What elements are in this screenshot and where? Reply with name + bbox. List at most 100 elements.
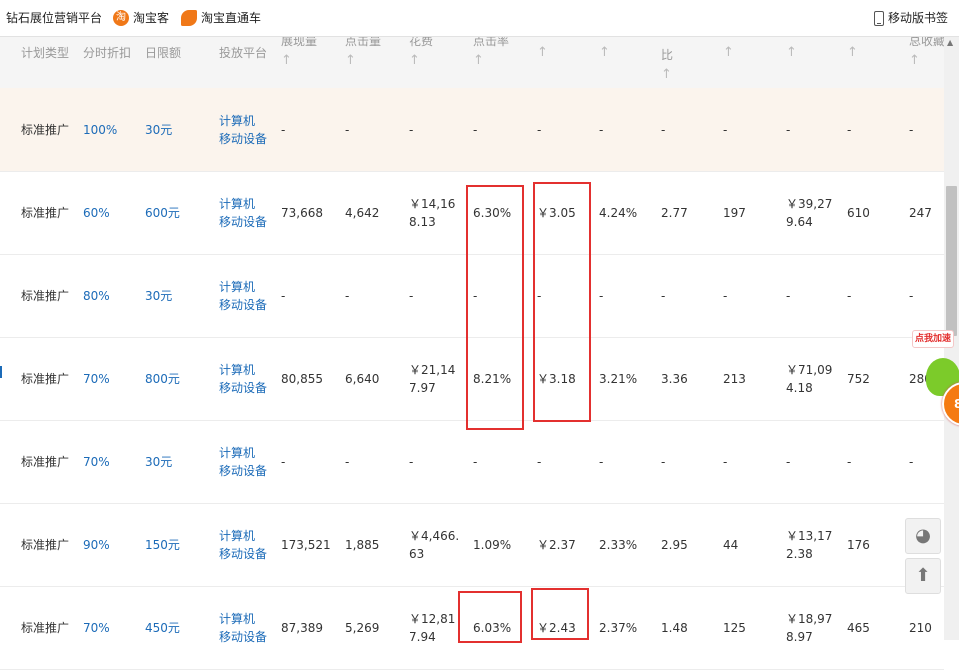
- cell-roi: 2.95: [661, 537, 688, 552]
- sort-arrow-icon[interactable]: ↑: [537, 46, 548, 60]
- column-header-time-discount[interactable]: 分时折扣: [83, 42, 131, 64]
- mobile-phone-icon: [874, 11, 884, 26]
- cell-roi: -: [661, 288, 666, 303]
- feedback-button[interactable]: ◕: [905, 518, 941, 554]
- cell-daily-limit[interactable]: 600元: [145, 204, 180, 222]
- column-header-label: 日限额: [145, 46, 182, 60]
- column-header-label: 投放平台: [219, 46, 268, 60]
- cell-time-discount[interactable]: 80%: [83, 287, 110, 305]
- bookmark-label: 淘宝客: [133, 11, 170, 25]
- sort-arrow-icon[interactable]: ↑: [473, 54, 509, 68]
- sort-arrow-icon[interactable]: ↑: [409, 54, 433, 68]
- cell-time-discount[interactable]: 100%: [83, 121, 117, 139]
- cell-cart: 465: [847, 620, 870, 635]
- cell-cvr: 2.33%: [599, 537, 638, 552]
- bookmark-label: 钻石展位营销平台: [6, 11, 103, 25]
- cell-line: -: [409, 288, 414, 303]
- cell-daily-limit[interactable]: 800元: [145, 370, 180, 388]
- sort-arrow-icon[interactable]: ↑: [599, 46, 610, 60]
- cell-avg-cpc: ￥2.37: [537, 537, 576, 552]
- column-header-plan-type[interactable]: 计划类型: [21, 42, 69, 64]
- cell-impressions: 173,521: [281, 537, 331, 552]
- mobile-bookmarks[interactable]: 移动版书签: [874, 10, 948, 26]
- cell-fav: 247: [909, 205, 932, 220]
- cell-gmv: ￥71,09 4.18: [786, 361, 832, 397]
- column-header-platform[interactable]: 投放平台: [219, 42, 267, 64]
- cell-platform[interactable]: 计算机 移动设备: [219, 444, 267, 480]
- cell-ctr: -: [473, 454, 478, 469]
- mobile-bookmarks-label: 移动版书签: [888, 11, 949, 25]
- sort-arrow-icon[interactable]: ↑: [723, 46, 734, 60]
- cell-line: 7.94: [409, 629, 436, 644]
- cell-daily-limit[interactable]: 150元: [145, 536, 180, 554]
- cell-fav: -: [909, 454, 914, 469]
- cell-plan-type: 标准推广: [21, 620, 70, 635]
- cell-avg-cpc: -: [537, 288, 542, 303]
- column-header-gmv[interactable]: ↑: [786, 44, 797, 60]
- bookmark-ztc[interactable]: 淘宝直通车: [181, 10, 261, 26]
- speedup-widget[interactable]: 点我加速 88: [912, 330, 959, 426]
- column-header-daily-limit[interactable]: 日限额: [145, 42, 181, 64]
- cell-platform[interactable]: 计算机 移动设备: [219, 112, 267, 148]
- cell-roi: -: [661, 454, 666, 469]
- cell-time-discount[interactable]: 70%: [83, 619, 110, 637]
- cell-line: 计算机: [219, 362, 256, 377]
- cell-line: 移动设备: [219, 629, 268, 644]
- cell-line: 移动设备: [219, 131, 268, 146]
- sort-arrow-icon[interactable]: ↑: [786, 46, 797, 60]
- cell-impressions: 87,389: [281, 620, 323, 635]
- cell-platform[interactable]: 计算机 移动设备: [219, 278, 267, 314]
- cell-cost: ￥21,14 7.97: [409, 361, 455, 397]
- back-to-top-button[interactable]: ⬆: [905, 558, 941, 594]
- cell-time-discount[interactable]: 70%: [83, 453, 110, 471]
- column-header-cart[interactable]: ↑: [847, 44, 858, 60]
- cell-gmv: ￥39,27 9.64: [786, 195, 832, 231]
- cell-cost: -: [409, 287, 413, 305]
- bookmark-taobaoke[interactable]: 淘淘宝客: [113, 10, 169, 26]
- cell-line: -: [409, 454, 414, 469]
- bookmarks-bar: 钻石展位营销平台 淘淘宝客 淘宝直通车 移动版书签: [0, 0, 959, 37]
- sort-arrow-icon[interactable]: ↑: [345, 54, 381, 68]
- column-header-label: 计划类型: [21, 46, 70, 60]
- cell-platform[interactable]: 计算机 移动设备: [219, 527, 267, 563]
- sort-arrow-icon[interactable]: ↑: [847, 46, 858, 60]
- cell-orders: -: [723, 122, 728, 137]
- cell-line: 计算机: [219, 279, 256, 294]
- cell-orders: 44: [723, 537, 739, 552]
- cell-platform[interactable]: 计算机 移动设备: [219, 195, 267, 231]
- cell-daily-limit[interactable]: 30元: [145, 453, 172, 471]
- scroll-thumb[interactable]: [946, 186, 957, 336]
- cell-time-discount[interactable]: 60%: [83, 204, 110, 222]
- cell-avg-cpc: -: [537, 122, 542, 137]
- column-header-cvr[interactable]: ↑: [599, 44, 610, 60]
- scroll-up-arrow-icon[interactable]: ▲: [947, 38, 953, 47]
- column-header-roi[interactable]: 比 ↑: [661, 44, 673, 82]
- cell-cost: ￥4,466. 63: [409, 527, 459, 563]
- column-header-avg-cpc[interactable]: ↑: [537, 44, 548, 60]
- cell-daily-limit[interactable]: 30元: [145, 121, 172, 139]
- sort-arrow-icon[interactable]: ↑: [281, 54, 317, 68]
- cell-line: 63: [409, 546, 425, 561]
- column-header-orders[interactable]: ↑: [723, 44, 734, 60]
- cell-platform[interactable]: 计算机 移动设备: [219, 361, 267, 397]
- cell-line: 移动设备: [219, 297, 268, 312]
- cell-roi: 1.48: [661, 620, 688, 635]
- table-row: 标准推广 90% 150元 计算机 移动设备 173,521 1,885 ￥4,466. 63 1…: [0, 503, 944, 587]
- cell-plan-type: 标准推广: [21, 371, 70, 386]
- cell-platform[interactable]: 计算机 移动设备: [219, 610, 267, 646]
- cell-daily-limit[interactable]: 30元: [145, 287, 172, 305]
- cell-line: 2.38: [786, 546, 813, 561]
- cell-time-discount[interactable]: 70%: [83, 370, 110, 388]
- cell-line: 计算机: [219, 611, 256, 626]
- cell-line: 计算机: [219, 113, 256, 128]
- column-header-label: 比: [661, 48, 674, 62]
- bookmark-zuanzhan[interactable]: 钻石展位营销平台: [6, 10, 102, 26]
- cell-time-discount[interactable]: 90%: [83, 536, 110, 554]
- cell-line: ￥39,27: [786, 196, 833, 211]
- table-row: 标准推广 100% 30元 计算机 移动设备 - - - - - - - - - - -: [0, 88, 944, 172]
- cell-fav: -: [909, 288, 914, 303]
- cell-avg-cpc: ￥3.18: [537, 371, 576, 386]
- sort-arrow-icon[interactable]: ↑: [661, 68, 673, 82]
- cell-daily-limit[interactable]: 450元: [145, 619, 180, 637]
- cell-cart: 752: [847, 371, 870, 386]
